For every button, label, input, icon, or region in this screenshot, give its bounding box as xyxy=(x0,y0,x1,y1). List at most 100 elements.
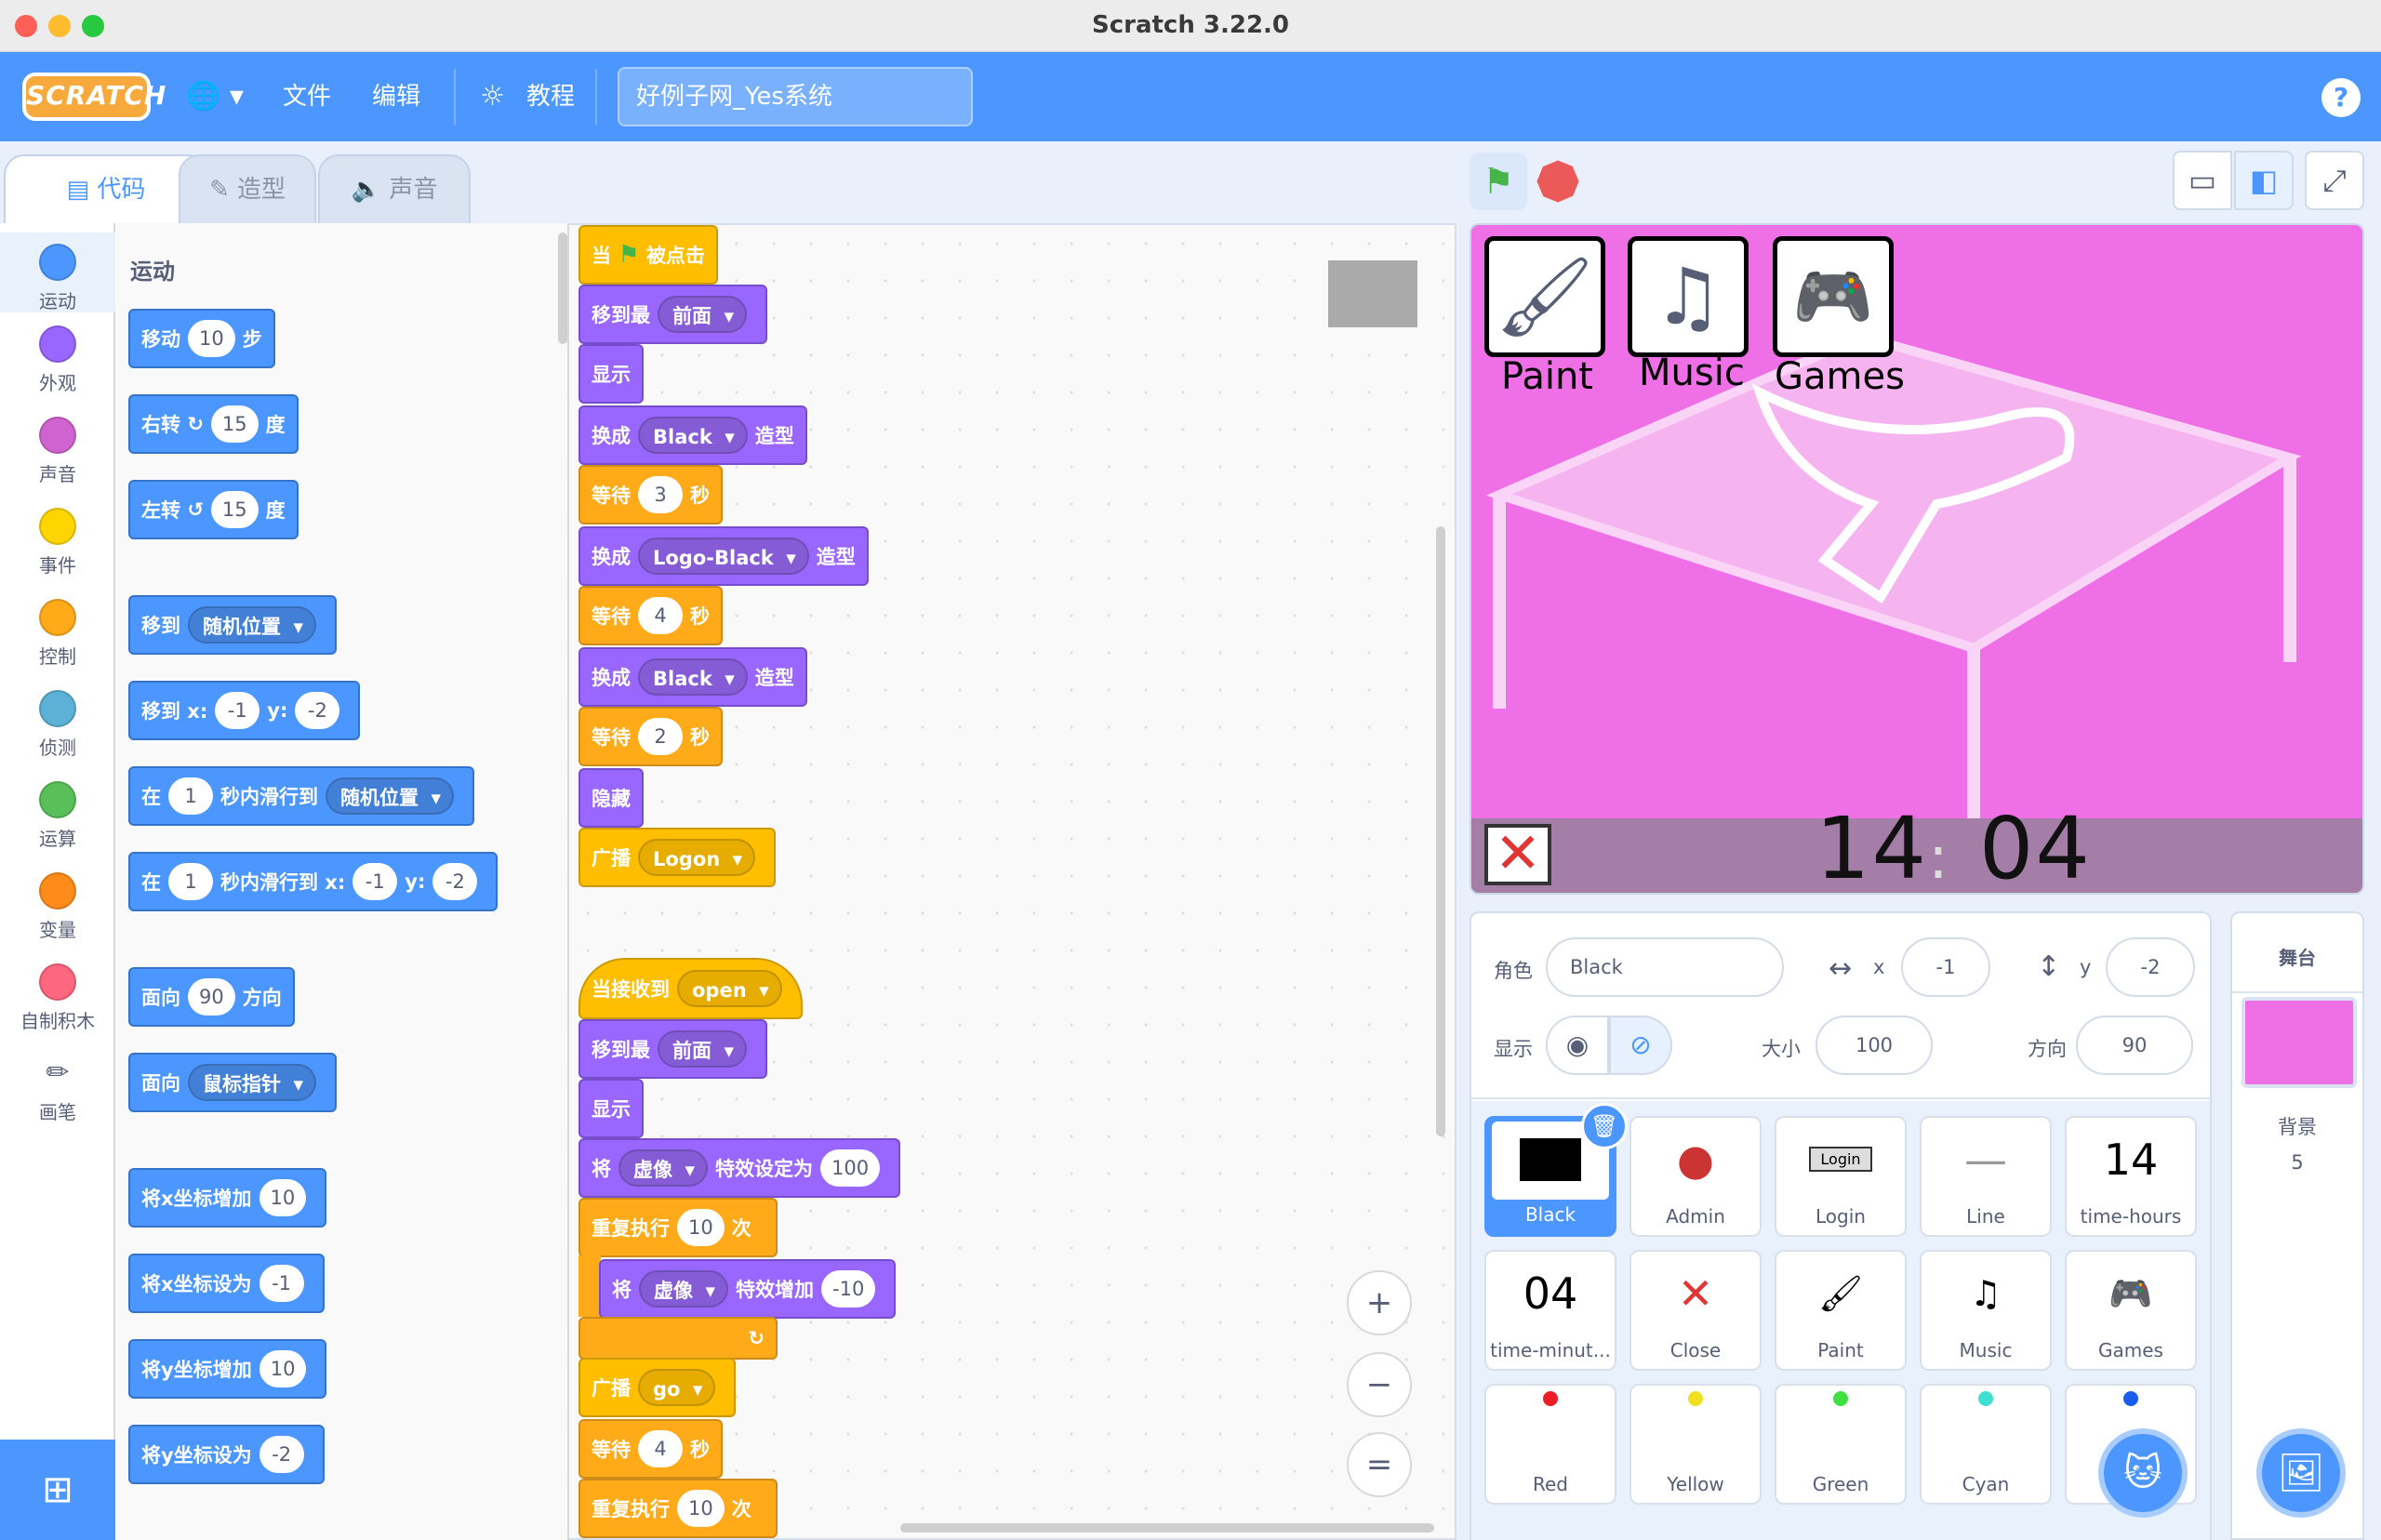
sprite-tile[interactable]: Red xyxy=(1484,1384,1616,1505)
block-go-to-front[interactable]: 移到最 前面 xyxy=(579,1019,767,1079)
tab-costumes[interactable]: ✎ 造型 xyxy=(179,154,316,225)
repeat-count-input[interactable]: 10 xyxy=(677,1209,725,1246)
block-switch-costume[interactable]: 换成 Logo-Black 造型 xyxy=(579,526,869,586)
stage-thumbnail[interactable] xyxy=(2241,997,2357,1088)
green-flag-button[interactable]: ⚑ xyxy=(1470,153,1527,210)
block-wait[interactable]: 等待 3 秒 xyxy=(579,465,723,524)
number-input[interactable]: 15 xyxy=(210,491,259,528)
number-input[interactable]: 15 xyxy=(210,405,259,443)
sprite-tile[interactable]: 14 time-hours xyxy=(2065,1116,2197,1237)
block-when-receive[interactable]: 当接收到 open xyxy=(579,958,803,1019)
number-input[interactable]: -1 xyxy=(259,1265,304,1302)
costume-dropdown[interactable]: Black xyxy=(638,417,748,456)
sprite-tile[interactable]: Login Login xyxy=(1775,1116,1907,1237)
size-input[interactable]: 100 xyxy=(1816,1016,1933,1075)
stage-canvas[interactable]: 🖌 Paint ♫ Music 🎮 Games ✕ 14: 04 xyxy=(1470,223,2364,895)
x-input[interactable]: -1 xyxy=(215,692,260,729)
close-icon[interactable]: ✕ xyxy=(1484,824,1551,885)
sprite-tile[interactable]: 🖌 Paint xyxy=(1775,1250,1907,1371)
script-vertical-scrollbar[interactable] xyxy=(1436,526,1445,1136)
category-pen[interactable]: ✏ 画笔 xyxy=(0,1055,115,1124)
layer-dropdown[interactable]: 前面 xyxy=(658,1030,747,1069)
help-icon[interactable]: ? xyxy=(2321,78,2361,117)
category-sensing[interactable]: 侦测 xyxy=(0,690,115,760)
direction-input[interactable]: 90 xyxy=(188,978,235,1016)
zoom-out-button[interactable]: − xyxy=(1347,1352,1412,1417)
sprite-tile[interactable]: — Line xyxy=(1920,1116,2052,1237)
normal-stage-button[interactable]: ◧ xyxy=(2234,151,2294,210)
block-broadcast[interactable]: 广播 Logon xyxy=(579,828,777,887)
sprite-tile[interactable]: ✕ Close xyxy=(1629,1250,1762,1371)
number-input[interactable]: 10 xyxy=(259,1179,307,1216)
y-input[interactable]: -2 xyxy=(432,863,478,900)
sprite-tile[interactable]: Cyan xyxy=(1920,1384,2052,1505)
message-dropdown[interactable]: go xyxy=(638,1369,716,1408)
block-when-flag-clicked[interactable]: 当 ⚑ 被点击 xyxy=(579,225,718,285)
block-move-steps[interactable]: 移动 10 步 xyxy=(128,309,275,368)
category-my-blocks[interactable]: 自制积木 xyxy=(0,963,115,1033)
target-dropdown[interactable]: 随机位置 xyxy=(188,606,316,645)
block-broadcast[interactable]: 广播 go xyxy=(579,1358,737,1417)
block-turn-right[interactable]: 右转 ↻ 15 度 xyxy=(128,394,299,454)
y-input[interactable]: -2 xyxy=(2106,937,2195,997)
sprite-name-input[interactable]: Black xyxy=(1546,937,1784,997)
block-wait[interactable]: 等待 2 秒 xyxy=(579,707,723,766)
hide-eye-icon[interactable]: ⊘ xyxy=(1609,1016,1672,1075)
x-input[interactable]: -1 xyxy=(352,863,398,900)
add-backdrop-button[interactable]: 🖼 xyxy=(2256,1428,2346,1518)
project-title-input[interactable]: 好例子网_Yes系统 xyxy=(618,67,973,126)
music-icon[interactable]: ♫ xyxy=(1628,236,1749,357)
block-repeat[interactable]: 重复执行 10 次 xyxy=(579,1198,778,1257)
block-show[interactable]: 显示 xyxy=(579,1079,644,1138)
scratch-logo[interactable]: SCRATCH xyxy=(22,73,166,121)
repeat-count-input[interactable]: 10 xyxy=(677,1490,725,1527)
block-change-y[interactable]: 将y坐标增加 10 xyxy=(128,1339,327,1399)
tab-code[interactable]: ▤ 代码 xyxy=(4,154,208,229)
sprite-tile[interactable]: 🎮 Games xyxy=(2065,1250,2197,1371)
games-icon[interactable]: 🎮 xyxy=(1773,236,1894,357)
palette-scrollbar[interactable] xyxy=(558,232,567,344)
block-repeat[interactable]: 重复执行 10 次 xyxy=(579,1479,778,1538)
y-input[interactable]: -2 xyxy=(295,692,340,729)
stop-button[interactable] xyxy=(1533,156,1584,207)
block-show[interactable]: 显示 xyxy=(579,344,644,404)
block-goto[interactable]: 移到 随机位置 xyxy=(128,595,337,655)
block-wait[interactable]: 等待 4 秒 xyxy=(579,586,723,645)
block-switch-costume[interactable]: 换成 Black 造型 xyxy=(579,405,807,465)
block-point-direction[interactable]: 面向 90 方向 xyxy=(128,967,295,1027)
block-set-effect[interactable]: 将虚像特效设定为 100 xyxy=(579,1138,901,1198)
language-menu[interactable]: 🌐 ▾ xyxy=(186,78,244,115)
block-set-x[interactable]: 将x坐标设为 -1 xyxy=(128,1254,325,1313)
costume-dropdown[interactable]: Logo-Black xyxy=(638,538,809,577)
zoom-reset-button[interactable]: = xyxy=(1347,1432,1412,1497)
delete-sprite-icon[interactable]: 🗑 xyxy=(1581,1103,1628,1149)
block-change-x[interactable]: 将x坐标增加 10 xyxy=(128,1168,327,1228)
block-switch-costume[interactable]: 换成 Black 造型 xyxy=(579,647,807,707)
tutorials-menu[interactable]: 教程 xyxy=(526,78,575,115)
effect-dropdown[interactable]: 虚像 xyxy=(619,1149,708,1188)
block-glide[interactable]: 在 1 秒内滑行到 随机位置 xyxy=(128,766,474,826)
target-dropdown[interactable]: 随机位置 xyxy=(326,777,454,816)
number-input[interactable]: -2 xyxy=(259,1436,304,1473)
category-looks[interactable]: 外观 xyxy=(0,325,115,395)
block-go-to-front[interactable]: 移到最 前面 xyxy=(579,285,767,344)
block-hide[interactable]: 隐藏 xyxy=(579,768,644,828)
number-input[interactable]: 10 xyxy=(259,1350,307,1387)
fullscreen-button[interactable]: ⤢ xyxy=(2305,151,2364,210)
number-input[interactable]: -10 xyxy=(821,1270,876,1308)
show-eye-icon[interactable]: ◉ xyxy=(1546,1016,1609,1075)
paint-icon[interactable]: 🖌 xyxy=(1484,236,1605,357)
sprite-tile[interactable]: Yellow xyxy=(1629,1384,1762,1505)
block-point-towards[interactable]: 面向 鼠标指针 xyxy=(128,1053,337,1112)
direction-input[interactable]: 90 xyxy=(2076,1016,2193,1075)
seconds-input[interactable]: 1 xyxy=(168,863,213,900)
sprite-tile[interactable]: 04 time-minut... xyxy=(1484,1250,1616,1371)
zoom-in-button[interactable]: + xyxy=(1347,1270,1412,1335)
category-events[interactable]: 事件 xyxy=(0,508,115,578)
block-change-effect[interactable]: 将虚像特效增加 -10 xyxy=(599,1259,897,1319)
block-wait[interactable]: 等待 4 秒 xyxy=(579,1419,723,1479)
target-dropdown[interactable]: 鼠标指针 xyxy=(188,1064,316,1103)
seconds-input[interactable]: 3 xyxy=(638,476,683,513)
file-menu[interactable]: 文件 xyxy=(283,78,331,115)
costume-dropdown[interactable]: Black xyxy=(638,658,748,697)
